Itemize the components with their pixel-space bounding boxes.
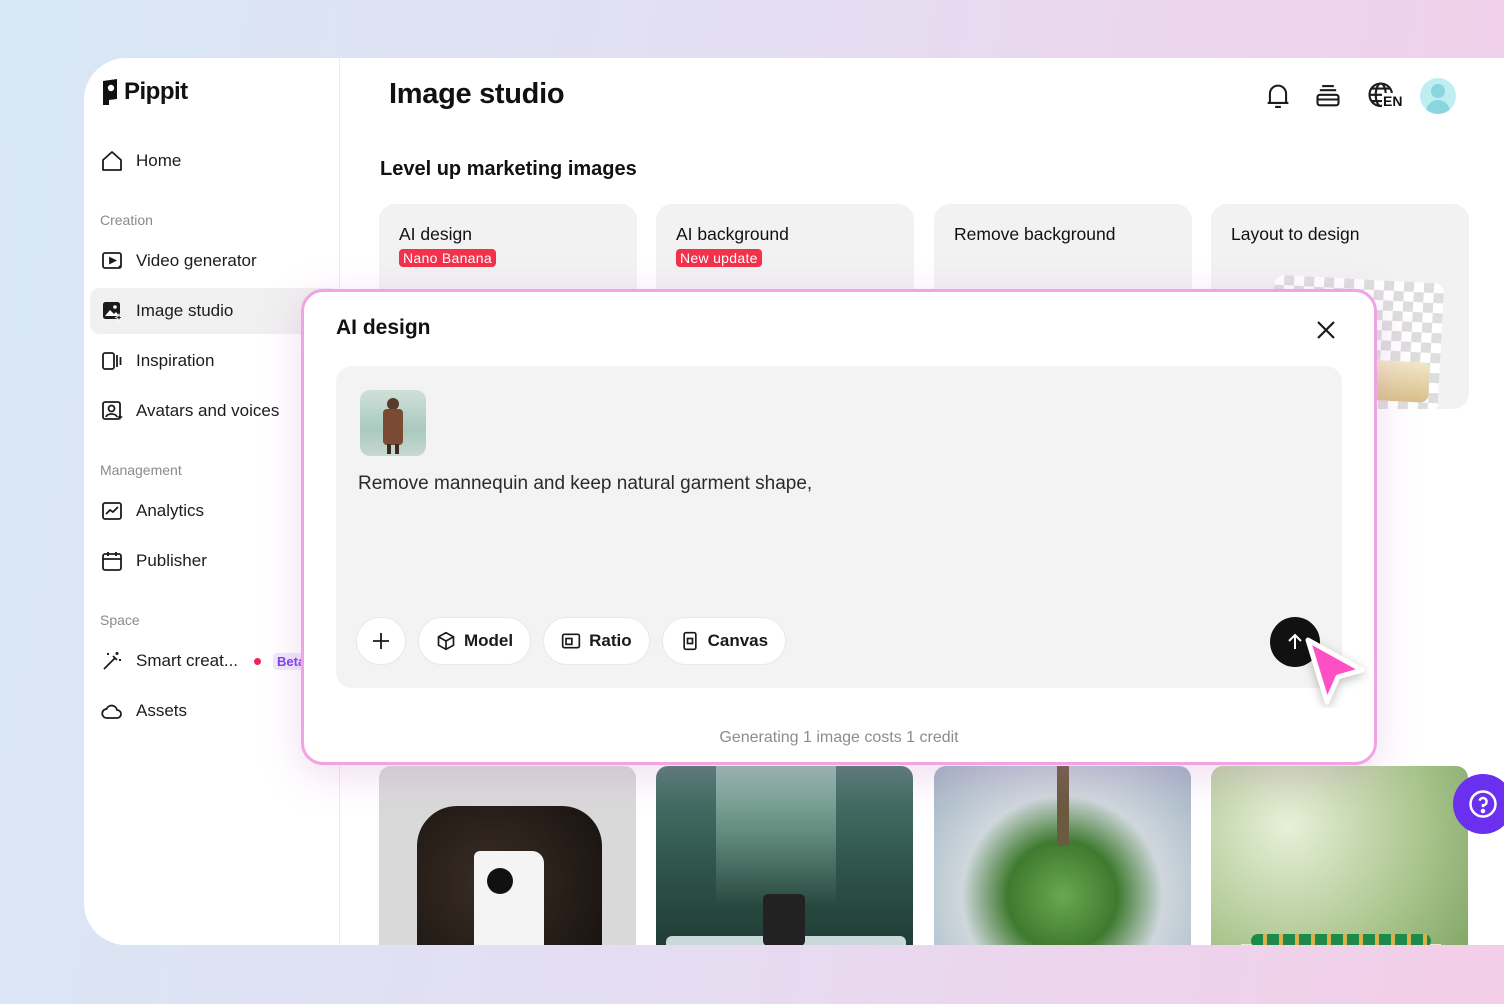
sidebar-item-label: Publisher	[136, 551, 207, 570]
card-title: AI background	[676, 224, 789, 244]
card-badge: Nano Banana	[399, 249, 496, 267]
header-actions: EN	[1262, 78, 1456, 114]
analytics-icon	[102, 502, 122, 520]
bell-icon	[1267, 84, 1289, 108]
sidebar-item-label: Assets	[136, 701, 188, 720]
language-button[interactable]: EN	[1362, 78, 1404, 114]
help-icon	[1469, 790, 1497, 818]
notifications-button[interactable]	[1262, 78, 1294, 114]
sidebar-item-home[interactable]: Home	[90, 138, 340, 184]
inspiration-icon	[102, 352, 122, 370]
ai-design-dialog: AI design Remove mannequin and keep natu…	[301, 289, 1377, 765]
model-label: Model	[464, 631, 514, 650]
avatar-voice-icon	[102, 401, 123, 420]
card-title: AI design	[399, 224, 472, 244]
close-button[interactable]	[1312, 316, 1340, 344]
cube-icon	[437, 631, 455, 651]
gallery-image[interactable]	[1211, 766, 1468, 945]
uploaded-image-thumbnail[interactable]	[360, 390, 426, 456]
ratio-icon	[561, 633, 581, 649]
sidebar-item-label: Avatars and voices	[136, 401, 280, 420]
app-name: Pippit	[124, 78, 188, 105]
prompt-text[interactable]: Remove mannequin and keep natural garmen…	[358, 473, 812, 495]
card-title: Remove background	[954, 224, 1116, 244]
new-indicator-dot	[254, 657, 262, 665]
calendar-icon	[102, 552, 122, 571]
add-attachment-button[interactable]	[356, 617, 406, 665]
sidebar-item-video-generator[interactable]: Video generator	[90, 238, 340, 284]
sidebar-item-label: Inspiration	[136, 351, 215, 370]
canvas-icon	[682, 631, 697, 651]
logo[interactable]: Pippit	[100, 78, 188, 106]
canvas-label: Canvas	[707, 631, 769, 650]
home-icon	[102, 151, 122, 171]
model-button[interactable]: Model	[418, 617, 532, 665]
gallery-image[interactable]	[656, 766, 913, 945]
language-code: EN	[1382, 93, 1404, 109]
card-title: Layout to design	[1231, 224, 1360, 244]
sidebar-item-label: Smart creat...	[136, 651, 239, 670]
sidebar-item-label: Analytics	[136, 501, 205, 520]
help-button[interactable]	[1453, 774, 1504, 834]
ratio-button[interactable]: Ratio	[543, 617, 650, 665]
plus-icon	[373, 633, 389, 649]
section-label-management: Management	[100, 462, 182, 478]
gallery-image[interactable]	[934, 766, 1191, 945]
composer-toolbar: Model Ratio Canvas	[356, 617, 787, 665]
ratio-label: Ratio	[589, 631, 632, 650]
cloud-icon	[101, 704, 122, 719]
close-icon	[1317, 321, 1335, 339]
section-label-space: Space	[100, 612, 140, 628]
sidebar-item-label: Image studio	[136, 301, 234, 320]
pippit-logo-icon	[103, 79, 117, 105]
video-icon	[102, 252, 122, 269]
gallery-image[interactable]	[379, 766, 636, 945]
credits-button[interactable]	[1312, 78, 1344, 114]
image-studio-icon	[103, 302, 124, 323]
stack-icon	[1316, 85, 1340, 107]
credit-cost-note: Generating 1 image costs 1 credit	[719, 729, 959, 746]
cursor-pointer-icon	[1305, 637, 1365, 705]
sidebar-item-label: Video generator	[136, 251, 257, 270]
prompt-composer[interactable]: Remove mannequin and keep natural garmen…	[336, 366, 1342, 688]
sidebar-item-label: Home	[136, 151, 182, 170]
magic-wand-icon	[103, 652, 121, 670]
page-title: Image studio	[389, 78, 565, 110]
canvas-button[interactable]: Canvas	[661, 617, 787, 665]
section-title: Level up marketing images	[380, 158, 637, 180]
card-badge: New update	[676, 249, 762, 267]
section-label-creation: Creation	[100, 212, 153, 228]
user-avatar[interactable]	[1420, 78, 1456, 114]
dialog-title: AI design	[336, 316, 431, 339]
